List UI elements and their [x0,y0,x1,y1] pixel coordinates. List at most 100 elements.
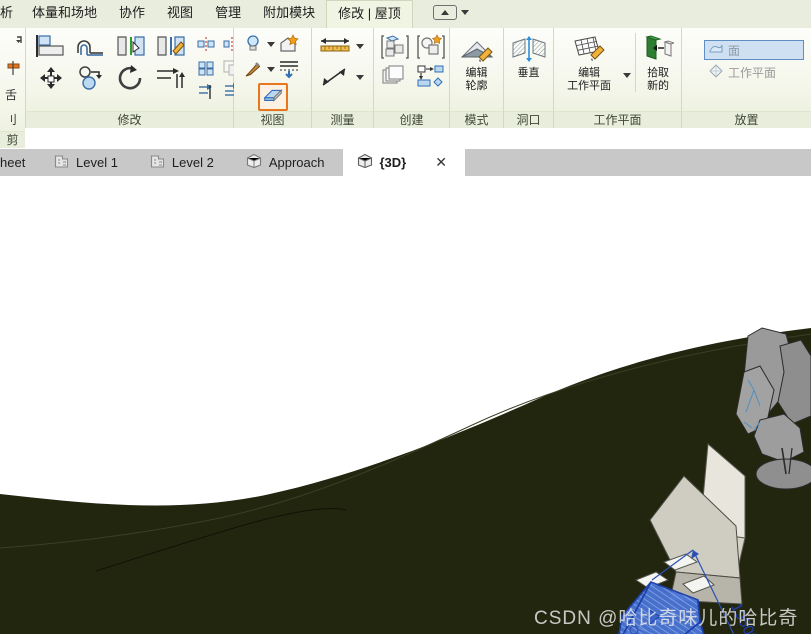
panel-title: 工作平面 [554,111,681,128]
mirror-draw-axis-icon[interactable] [154,32,188,62]
ribbon-tab-view[interactable]: 视图 [156,0,204,28]
vertical-opening-button[interactable]: 垂直 [509,33,548,79]
view-tab-label: heet [0,155,26,170]
ribbon-tab-massing-site[interactable]: 体量和场地 [21,0,108,28]
ribbon-minimize-control[interactable] [432,0,469,28]
cut-icon[interactable] [1,57,25,81]
reveal-hidden-icon[interactable] [276,32,302,56]
view-panel: 视图 [234,28,312,128]
linework-icon[interactable] [276,57,302,81]
paint-icon[interactable] [240,57,266,81]
mode-panel: 编辑 轮廓 模式 [450,28,504,128]
ribbon-tab-list: 析 体量和场地 协作 视图 管理 附加模块 修改 | 屋顶 [0,0,413,28]
face-icon [709,42,723,59]
trim-extend-icon[interactable] [154,64,188,94]
floor-plan-icon [150,154,165,172]
view-tab-bar-filler [465,149,811,176]
work-plane-panel: 编辑 工作平面 拾取 新的 工作平面 [554,28,682,128]
ribbon-tab-label: 管理 [215,5,242,20]
clipboard-extra-icon[interactable]: 刂 [1,107,25,131]
ribbon-tab-strip: 析 体量和场地 协作 视图 管理 附加模块 修改 | 屋顶 [0,0,811,28]
create-group-icon[interactable] [380,64,410,88]
edit-profile-icon [460,35,494,66]
close-icon[interactable]: ✕ [435,154,447,171]
create-assembly-icon[interactable] [416,64,446,88]
panel-title: 洞口 [504,111,553,128]
ribbon-tab-analyze[interactable]: 析 [0,0,21,28]
revit-3d-viewport[interactable]: 19500.0 [0,176,811,634]
measure-along-element-icon[interactable] [317,34,353,58]
trim-single-icon[interactable] [194,80,218,104]
measure-between-refs-icon[interactable] [317,64,353,90]
create-similar-icon[interactable] [380,33,410,61]
edit-profile-label-line2: 轮廓 [465,80,488,92]
split-element-icon[interactable] [194,32,218,56]
vertical-opening-label: 垂直 [517,67,540,79]
view-tab-3d[interactable]: {3D} ✕ [342,149,465,176]
ribbon-tab-label: 修改 | 屋顶 [338,5,401,21]
view-tab-label: Approach [268,155,325,170]
hide-element-icon[interactable] [240,32,266,56]
panel-title: 视图 [234,111,311,128]
edit-work-plane-label-line1: 编辑 [578,67,601,79]
copy-move-icon[interactable] [74,64,108,94]
placement-option-face[interactable]: 面 [704,40,804,60]
ribbon-tab-collaborate[interactable]: 协作 [108,0,156,28]
move-icon[interactable] [34,64,68,94]
copy-icon[interactable]: 舌 [1,82,25,106]
placement-panel: 面 工作平面 放置 [682,28,811,128]
panel-title: 测量 [312,111,373,128]
edit-profile-button[interactable]: 编辑 轮廓 [455,33,498,92]
array-icon[interactable] [194,56,218,80]
revit-application-window: 析 体量和场地 协作 视图 管理 附加模块 修改 | 屋顶 舌 刂 剪 修改 视… [0,0,811,634]
pick-new-host-label-line2: 新的 [647,80,670,92]
edit-work-plane-icon [571,35,607,66]
work-plane-caret-icon[interactable] [623,72,632,78]
pick-new-host-icon [642,35,676,66]
paint-dropdown-caret-icon[interactable] [267,66,275,72]
create-part-icon[interactable] [416,33,446,61]
work-plane-icon [709,63,723,81]
svg-text:舌: 舌 [5,88,17,102]
view-tab-label: {3D} [379,155,407,170]
selection-box-icon [262,86,284,109]
ribbon-body: 舌 刂 剪 修改 视图 测量 创建 编辑 轮廓 模式 垂直 洞口 编辑 工作平面… [0,28,811,148]
placement-option-work-plane[interactable]: 工作平面 [704,62,804,82]
panel-collapse-icon[interactable] [432,5,457,20]
floor-plan-icon [54,154,69,172]
ribbon-tab-manage[interactable]: 管理 [204,0,252,28]
ribbon-tab-label: 协作 [119,5,146,20]
panel-title: 剪 [0,131,25,148]
mirror-pick-axis-icon[interactable] [114,32,148,62]
selection-box-button[interactable] [258,83,288,111]
ribbon-tab-label: 附加模块 [263,5,316,20]
edit-work-plane-label-line2: 工作平面 [567,80,612,92]
measure-along-caret-icon[interactable] [356,43,364,49]
view-tab-approach[interactable]: Approach [232,149,343,176]
ribbon-tab-addins[interactable]: 附加模块 [252,0,326,28]
3d-view-icon [357,153,373,172]
svg-text:刂: 刂 [5,113,17,127]
ribbon-tab-modify-roof[interactable]: 修改 | 屋顶 [326,0,413,28]
panel-title: 修改 [26,111,233,128]
pick-new-host-label-line1: 拾取 [647,67,670,79]
hide-dropdown-caret-icon[interactable] [267,41,275,47]
3d-view-icon [246,153,262,172]
edit-work-plane-button[interactable]: 编辑 工作平面 [559,33,619,92]
paste-icon[interactable] [1,32,25,56]
chevron-down-icon[interactable] [460,10,469,15]
rotate-icon[interactable] [114,64,148,94]
view-tab-level-1[interactable]: Level 1 [40,149,136,176]
ribbon-tab-label: 体量和场地 [32,5,98,20]
ribbon-tab-label: 析 [0,5,14,20]
view-tab-label: Level 2 [171,155,214,170]
edit-profile-label-line1: 编辑 [465,67,488,79]
measure-between-caret-icon[interactable] [356,74,364,80]
offset-icon[interactable] [74,32,108,62]
measure-panel: 测量 [312,28,374,128]
view-tab-level-2[interactable]: Level 2 [136,149,232,176]
view-tab-sheet[interactable]: heet [0,149,40,176]
modify-panel: 修改 [26,28,266,128]
align-icon[interactable] [34,32,68,62]
pick-new-host-button[interactable]: 拾取 新的 [635,33,676,92]
